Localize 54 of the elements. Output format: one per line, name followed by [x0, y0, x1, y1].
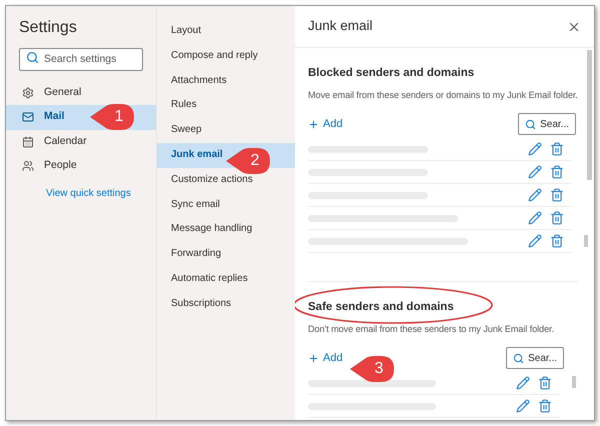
nav-item[interactable]: General — [6, 80, 156, 105]
search-icon — [26, 51, 39, 64]
submenu-item[interactable]: Subscriptions — [157, 292, 295, 317]
section-heading: Safe senders and domains — [308, 300, 454, 315]
nav-item[interactable]: People — [6, 154, 156, 178]
delete-icon[interactable] — [550, 165, 564, 179]
plus-icon — [308, 352, 319, 364]
search-icon — [513, 352, 524, 364]
submenu-item[interactable]: Message handling — [157, 217, 295, 242]
edit-icon[interactable] — [528, 234, 542, 248]
edit-icon[interactable] — [528, 211, 542, 225]
delete-icon[interactable] — [550, 211, 564, 225]
step-tooltip: 3 — [350, 356, 394, 382]
panel-title: Junk email — [308, 17, 373, 36]
search-button[interactable]: Sear... — [518, 113, 576, 135]
search-icon — [525, 118, 536, 130]
calendar-icon — [22, 136, 34, 148]
delete-icon[interactable] — [550, 142, 564, 156]
submenu-item[interactable]: Forwarding — [157, 242, 295, 267]
sidebar-title: Settings — [18, 18, 78, 38]
delete-icon[interactable] — [550, 234, 564, 248]
section-description: Don't move email from these senders to my Junk Email folder. — [308, 323, 555, 336]
submenu-item[interactable]: Layout — [157, 19, 295, 44]
submenu-item[interactable]: Automatic replies — [157, 266, 295, 292]
edit-icon[interactable] — [516, 376, 530, 390]
quick-settings-link[interactable]: View quick settings — [46, 186, 156, 200]
nav-item[interactable]: Calendar — [6, 130, 156, 154]
envelope-icon — [22, 111, 34, 124]
delete-icon[interactable] — [550, 188, 564, 202]
section-heading: Blocked senders and domains — [308, 66, 474, 81]
search-button[interactable]: Sear... — [506, 347, 564, 369]
search-field[interactable]: Search settings — [19, 48, 143, 70]
step-tooltip: 1 — [90, 104, 134, 130]
submenu-item[interactable]: Sync email — [157, 192, 295, 218]
add-button[interactable]: Add — [308, 350, 343, 366]
edit-icon[interactable] — [516, 399, 530, 413]
delete-icon[interactable] — [538, 376, 552, 390]
scrollbar-thumb[interactable] — [587, 50, 592, 180]
submenu-item[interactable]: Sweep — [157, 118, 295, 143]
submenu-item[interactable]: Compose and reply — [157, 44, 295, 69]
edit-icon[interactable] — [528, 188, 542, 202]
people-icon — [22, 160, 34, 172]
scrollbar-thumb[interactable] — [584, 235, 588, 247]
step-tooltip: 2 — [226, 148, 270, 174]
add-button[interactable]: Add — [308, 116, 343, 132]
submenu-item[interactable]: Rules — [157, 93, 295, 118]
plus-icon — [308, 118, 319, 130]
scrollbar-thumb[interactable] — [572, 376, 576, 388]
gear-icon — [22, 86, 34, 99]
edit-icon[interactable] — [528, 165, 542, 179]
delete-icon[interactable] — [538, 399, 552, 413]
submenu-item[interactable]: Attachments — [157, 68, 295, 94]
edit-icon[interactable] — [528, 142, 542, 156]
section-description: Move email from these senders or domains to my Junk Email folder. — [308, 89, 579, 102]
